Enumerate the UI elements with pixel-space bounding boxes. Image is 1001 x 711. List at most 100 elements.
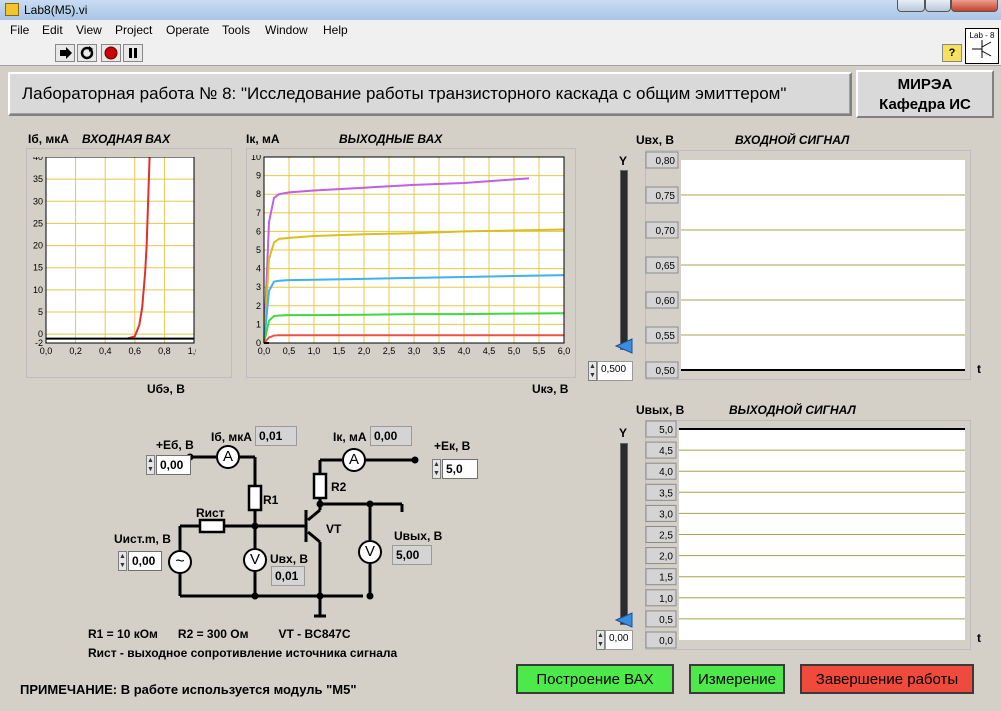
context-help-icon[interactable]: ? [942,44,962,62]
y-tick-label: 5,0 [659,425,673,436]
circuit-params: R1 = 10 кОм R2 = 300 Ом VT - BC847C [88,627,351,641]
input-signal-grid: 0,80 0,75 0,70 0,65 0,60 0,55 0,50 [645,151,965,379]
output-signal-slider-value[interactable]: 0,00 [605,630,633,650]
ik-indicator: 0,00 [370,426,412,446]
uvx-indicator: 0,01 [271,566,305,586]
signal-source-icon: ~ [168,550,192,574]
x-tick-label: 1,0 [308,346,321,356]
x-tick-label: 3,5 [433,346,446,356]
y-tick-label: 1,5 [659,573,673,584]
org-name: МИРЭА [897,76,953,93]
pause-icon[interactable] [123,44,143,62]
y-tick-label: 10 [33,285,43,295]
uvx-label: Uвх, В [270,552,309,566]
x-tick-label: 6,0 [558,346,570,356]
plot-area [46,157,194,343]
menu-edit[interactable]: Edit [42,23,63,37]
abort-icon[interactable] [101,44,121,62]
close-button[interactable] [951,0,998,12]
ik-label: Iк, мА [333,430,367,444]
title-bar: Lab8(M5).vi [0,0,1001,20]
finish-button[interactable]: Завершение работы [800,664,974,694]
x-tick-label: 4,5 [483,346,496,356]
measure-button[interactable]: Измерение [689,664,785,694]
rist-note: Rист - выходное сопротивление источника … [88,646,398,660]
maximize-button[interactable] [925,0,951,12]
x-tick-label: 0,0 [258,346,271,356]
input-signal-t-axis: t [977,362,981,376]
build-vax-button[interactable]: Построение ВАХ [516,664,674,694]
y-tick-label: 20 [33,241,43,251]
vi-app-icon [5,3,19,16]
input-signal-slider-thumb[interactable] [614,338,634,354]
ek-spinner[interactable]: ▲ ▼ [432,459,441,479]
ib-label: Iб, мкА [211,430,252,444]
y-tick-label: 3,5 [659,488,673,499]
y-tick-label: 35 [33,174,43,184]
input-signal-slider-track[interactable] [620,170,628,350]
menu-project[interactable]: Project [115,23,152,37]
vi-icon: Lab - 8 [965,28,999,64]
output-signal-title: ВЫХОДНОЙ СИГНАЛ [729,403,856,417]
y-tick-label: 2,5 [659,531,673,542]
minimize-button[interactable] [897,0,925,12]
menu-window[interactable]: Window [265,23,308,37]
menu-tools[interactable]: Tools [222,23,250,37]
x-tick-label: 5,5 [533,346,546,356]
menu-help[interactable]: Help [323,23,348,37]
y-tick-label: 25 [33,218,43,228]
uist-spinner[interactable]: ▲ ▼ [118,551,127,571]
x-tick-label: 0,4 [99,346,112,356]
input-signal-slider-value[interactable]: 0,500 [597,361,633,381]
output-signal-grid: 5,0 4,5 4,0 3,5 3,0 2,5 2,0 1,5 1,0 0,5 0,0 [645,420,965,649]
voltmeter-output-icon: V [358,540,382,564]
output-vax-chart: 1098765432100,0 0,5 1,0 1,5 2,0 2,5 3,0 3,5 4,0 4… [251,155,570,356]
y-tick-label: 10 [251,155,261,162]
eb-label: +Eб, В [156,438,194,452]
y-tick-label: 4,0 [659,467,673,478]
y-tick-label: 4 [256,264,261,274]
input-signal-slider-spinner[interactable]: ▲ ▼ [588,361,597,381]
x-tick-label: 5,0 [508,346,521,356]
uist-input[interactable]: 0,00 [128,551,162,571]
menu-view[interactable]: View [76,23,102,37]
input-vax-ylabel: Iб, мкА [28,132,69,146]
run-arrow-icon[interactable] [55,44,75,62]
x-tick-label: 1,5 [333,346,346,356]
y-tick-label: 5 [38,307,43,317]
y-tick-label: 30 [33,196,43,206]
y-tick-label: 0,55 [656,331,676,342]
input-signal-y-axis: Y [619,154,628,168]
y-tick-label: 0,60 [656,296,676,307]
input-vax-title: ВХОДНАЯ ВАХ [82,132,171,146]
input-vax-chart: 4035302520151050-20,00,20,40,60,81,0 [33,157,196,356]
ek-input[interactable]: 5,0 [442,459,478,479]
y-tick-label: 0,50 [656,366,676,377]
eb-spinner[interactable]: ▲ ▼ [146,455,155,475]
menu-operate[interactable]: Operate [166,23,209,37]
y-tick-label: 2,0 [659,552,673,563]
input-signal-title: ВХОДНОЙ СИГНАЛ [735,133,850,147]
y-tick-label: 3,0 [659,509,673,520]
output-signal-slider-track[interactable] [620,443,628,625]
y-tick-label: 3 [256,282,261,292]
uist-label: Uист.m, В [114,532,171,546]
eb-input[interactable]: 0,00 [156,455,191,475]
x-tick-label: 4,0 [458,346,471,356]
menu-file[interactable]: File [10,23,29,37]
y-tick-label: 2 [256,301,261,311]
y-tick-label: 40 [33,157,43,162]
voltmeter-input-icon: V [243,548,267,572]
output-signal-slider-thumb[interactable] [614,612,634,628]
x-tick-label: 0,2 [69,346,82,356]
y-tick-label: 15 [33,263,43,273]
vt-label: VT [326,522,342,536]
y-tick-label: 0,65 [656,261,676,272]
org-department: Кафедра ИС [879,96,971,113]
vi-icon-text: Lab - 8 [969,31,995,40]
window-title: Lab8(M5).vi [24,3,88,17]
output-signal-slider-spinner[interactable]: ▲ ▼ [596,630,605,650]
input-vax-xlabel: Uбэ, В [147,382,185,396]
run-continuously-icon[interactable] [77,44,97,62]
r2-label: R2 [331,480,347,494]
